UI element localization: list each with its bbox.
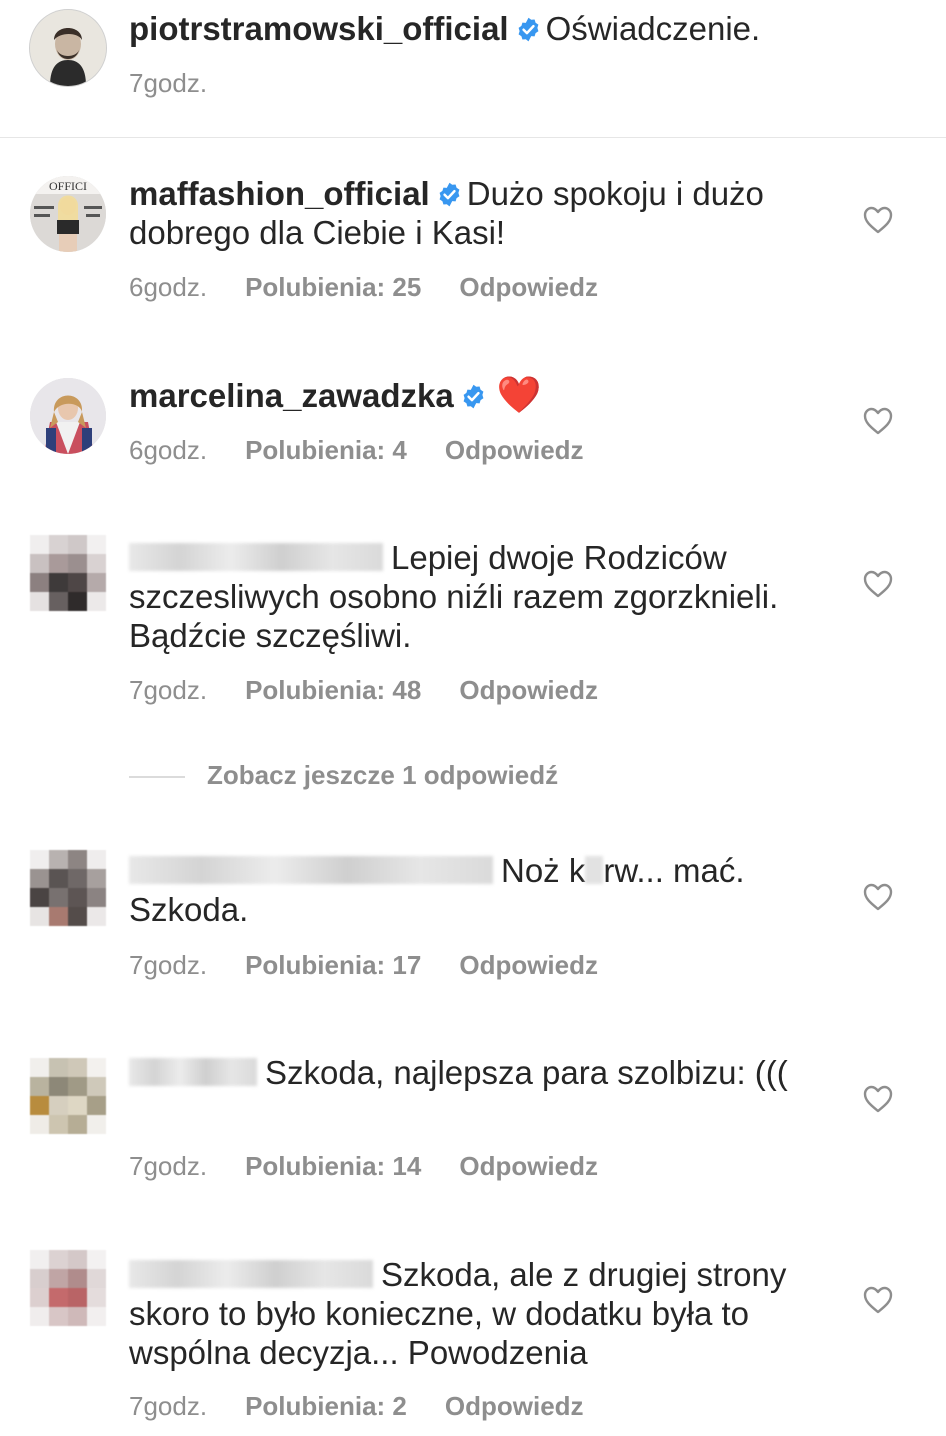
verified-badge-icon [463,384,484,409]
caption-text: Oświadczenie. [545,10,761,47]
reply-button[interactable]: Odpowiedz [459,675,598,706]
heart-outline-icon[interactable] [862,406,894,436]
svg-text:OFFICI: OFFICI [49,179,87,193]
blurred-username[interactable] [129,1058,257,1086]
reply-button[interactable]: Odpowiedz [459,1151,598,1182]
comment-time: 7godz. [129,1151,208,1181]
heart-outline-icon[interactable] [862,569,894,599]
reply-button[interactable]: Odpowiedz [459,950,598,981]
likes-count[interactable]: Polubienia: 14 [245,1151,421,1182]
comment-meta: 6godz. Polubienia: 25 Odpowiedz [129,272,598,303]
view-more-replies-button[interactable]: Zobacz jeszcze 1 odpowiedź [129,760,558,791]
heart-emoji: ❤️ [496,374,542,415]
reply-button[interactable]: Odpowiedz [459,272,598,303]
comment-avatar-pixelated[interactable] [30,850,106,926]
blurred-username[interactable] [129,543,383,571]
comment-text: Szkoda, ale z drugiej strony skoro to by… [129,1255,819,1372]
likes-count[interactable]: Polubienia: 48 [245,675,421,706]
comment-time: 7godz. [129,675,208,705]
reply-button[interactable]: Odpowiedz [445,435,584,466]
comment-meta: 7godz. Polubienia: 48 Odpowiedz [129,675,598,706]
comment-avatar[interactable] [30,378,106,454]
reply-thread-line [129,776,185,779]
comment-time: 6godz. [129,435,208,465]
comment-text: Noż k rw... mać. Szkoda. [129,851,819,929]
likes-count[interactable]: Polubienia: 25 [245,272,421,303]
censor-blur [585,856,604,884]
likes-count[interactable]: Polubienia: 2 [245,1391,407,1422]
verified-badge-icon [518,17,539,42]
comment-time: 7godz. [129,950,208,980]
likes-count[interactable]: Polubienia: 4 [245,435,407,466]
heart-outline-icon[interactable] [862,1084,894,1114]
caption-username[interactable]: piotrstramowski_official [129,10,509,47]
caption-header: piotrstramowski_official Oświadczenie. [129,8,760,50]
likes-count[interactable]: Polubienia: 17 [245,950,421,981]
comment-meta: 7godz. Polubienia: 17 Odpowiedz [129,950,598,981]
comment-time: 6godz. [129,272,208,302]
comment-avatar[interactable]: OFFICI [30,176,106,252]
comment-avatar-pixelated[interactable] [30,535,106,611]
comment-meta: 6godz. Polubienia: 4 Odpowiedz [129,435,584,466]
comment-avatar-pixelated[interactable] [30,1058,106,1134]
comment-avatar-pixelated[interactable] [30,1250,106,1326]
caption-timestamp: 7godz. [129,68,208,98]
comment-text: Szkoda, najlepsza para szolbizu: ((( [129,1053,819,1092]
caption-avatar[interactable] [30,10,106,86]
comment-body: Szkoda, najlepsza para szolbizu: ((( [265,1054,788,1091]
blurred-username[interactable] [129,856,493,884]
comment-text: Lepiej dwoje Rodziców szczesliwych osobn… [129,538,819,655]
comment-meta: 7godz. Polubienia: 14 Odpowiedz [129,1151,598,1182]
comment-time: 7godz. [129,1391,208,1421]
comment-username[interactable]: maffashion_official [129,175,430,212]
verified-badge-icon [439,182,460,207]
reply-button[interactable]: Odpowiedz [445,1391,584,1422]
heart-outline-icon[interactable] [862,1285,894,1315]
comment-meta: 7godz. Polubienia: 2 Odpowiedz [129,1391,584,1422]
view-more-replies-label: Zobacz jeszcze 1 odpowiedź [207,760,559,790]
heart-outline-icon[interactable] [862,205,894,235]
divider [0,137,946,138]
blurred-username[interactable] [129,1260,373,1288]
comment-body: Noż k [501,852,586,889]
comment-text: maffashion_official Dużo spokoju i dużo d… [129,174,819,252]
heart-outline-icon[interactable] [862,882,894,912]
comment-username[interactable]: marcelina_zawadzka [129,377,454,414]
comment-text: marcelina_zawadzka ❤️ [129,375,819,415]
